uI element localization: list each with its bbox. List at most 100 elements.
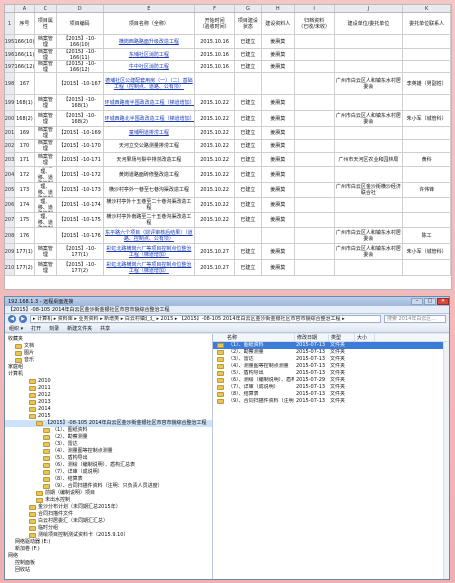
cell-archive[interactable] xyxy=(295,73,335,94)
cell-contact[interactable]: 陈工 xyxy=(403,228,451,243)
cell-archive[interactable] xyxy=(295,167,335,182)
cell-no[interactable]: 170 xyxy=(15,140,35,152)
vertical-scrollbar[interactable] xyxy=(443,342,449,579)
row-number[interactable]: 202 xyxy=(5,140,15,152)
cell-archive[interactable] xyxy=(295,95,335,110)
row-number[interactable]: 209 xyxy=(5,244,15,259)
nav-item[interactable]: 新加卷 (F:) xyxy=(5,546,212,553)
cell-contact[interactable] xyxy=(403,140,451,152)
cell-archive[interactable] xyxy=(295,244,335,259)
file-row[interactable]: （9）、合同扫描件资料（注明：只负责...2015-07-13 文件夹 xyxy=(213,398,449,405)
cell-unit[interactable] xyxy=(335,260,404,275)
nav-item[interactable]: （4）、测量图等控制点测量 xyxy=(5,448,212,455)
row-number[interactable]: 210 xyxy=(5,260,15,275)
cell-contact[interactable]: 许伟锋 xyxy=(403,183,451,197)
toolbar-button[interactable]: 打开 xyxy=(31,325,41,332)
back-button[interactable]: ◀ xyxy=(8,315,16,323)
row-number[interactable]: 198 xyxy=(5,73,15,94)
column-letter[interactable]: D xyxy=(57,5,104,12)
row-number[interactable]: 200 xyxy=(5,111,15,126)
column-letter[interactable]: K xyxy=(403,5,451,12)
cell-date[interactable]: 2015.10.16 xyxy=(195,49,235,60)
cell-code[interactable]: 【2015】-10-176 xyxy=(57,228,104,243)
cell-status[interactable]: 已建立 xyxy=(235,183,262,197)
row-number[interactable]: 195 xyxy=(5,35,15,48)
column-letter[interactable]: A xyxy=(15,5,35,12)
cell-type[interactable]: 档案管理 xyxy=(35,111,57,126)
nav-item[interactable]: 2014 xyxy=(5,406,212,413)
cell-date[interactable]: 2015.10.22 xyxy=(195,183,235,197)
cell-no[interactable]: 166(12) xyxy=(15,61,35,72)
cell-dept[interactable]: 姜赓莫 xyxy=(262,140,295,152)
cell-contact[interactable]: 黄科 xyxy=(403,153,451,166)
cell-contact[interactable] xyxy=(403,260,451,275)
file-list[interactable]: 名称 修改日期 类型 大小 （1）、图纸资料 2015-07-13 文件夹 （2）、勘察测量… xyxy=(213,334,449,579)
cell-contact[interactable] xyxy=(403,213,451,227)
cell-name[interactable]: 东埔社区消防工程 xyxy=(104,49,196,60)
nav-item[interactable]: （8）、结算表 xyxy=(5,476,212,483)
file-row[interactable]: （3）、雷达 2015-07-13 文件夹 xyxy=(213,356,449,363)
cell-dept[interactable]: 姜赓莫 xyxy=(262,260,295,275)
cell-status[interactable]: 已建立 xyxy=(235,244,262,259)
nav-item[interactable]: 2010 xyxy=(5,378,212,385)
row-number[interactable]: 204 xyxy=(5,167,15,182)
minimize-button[interactable]: – xyxy=(411,298,423,305)
nav-item[interactable]: 家庭组 xyxy=(5,364,212,371)
cell-dept[interactable]: 姜赓莫 xyxy=(262,183,295,197)
cell-status[interactable]: 已建立 xyxy=(235,111,262,126)
row-number[interactable]: 205 xyxy=(5,183,15,197)
cell-status[interactable]: 已建立 xyxy=(235,127,262,139)
row-number[interactable]: 199 xyxy=(5,95,15,110)
cell-name[interactable]: 横沙村亭外一巷至七巷沟渠改造工程 xyxy=(104,183,196,197)
cell-name[interactable]: 天河立交公路测量排涝工程 xyxy=(104,140,196,152)
file-row[interactable]: （2）、勘察测量 2015-07-13 文件夹 xyxy=(213,349,449,356)
cell-archive[interactable] xyxy=(295,183,335,197)
cell-no[interactable]: 168(1) xyxy=(15,95,35,110)
cell-archive[interactable] xyxy=(295,153,335,166)
cell-archive[interactable] xyxy=(295,260,335,275)
row-number[interactable]: 208 xyxy=(5,228,15,243)
cell-dept[interactable]: 姜赓莫 xyxy=(262,95,295,110)
cell-archive[interactable] xyxy=(295,198,335,212)
cell-date[interactable]: 2015.10.22 xyxy=(195,95,235,110)
nav-item[interactable]: 2011 xyxy=(5,385,212,392)
cell-no[interactable]: 173 xyxy=(15,183,35,197)
cell-dept[interactable]: 姜赓莫 xyxy=(262,153,295,166)
column-header[interactable]: 大小 xyxy=(355,334,375,341)
cell-code[interactable]: 【2015】-10-174 xyxy=(57,198,104,212)
cell-no[interactable]: 175 xyxy=(15,213,35,227)
nav-item[interactable]: 未出水控制 xyxy=(5,497,212,504)
cell-unit[interactable]: 广州市白云区人和镇东水村居委会 xyxy=(335,244,404,259)
cell-no[interactable]: 177(2) xyxy=(15,260,35,275)
cell-archive[interactable] xyxy=(295,228,335,243)
nav-item[interactable]: （6）、测绘（编制说明）、盾构汇总表 xyxy=(5,462,212,469)
cell-name[interactable]: 横沙村亭外南路至二十五巷沟渠改造工程 xyxy=(104,213,196,227)
cell-status[interactable]: 已建立 xyxy=(235,213,262,227)
cell-type[interactable]: 档案管理 xyxy=(35,244,57,259)
cell-date[interactable]: 2015.10.22 xyxy=(195,167,235,182)
column-letter[interactable]: I xyxy=(295,5,335,12)
cell-name[interactable]: 彩虹北路横岗六厂等项目控制点位整治工程（梯道增加） xyxy=(104,244,196,259)
cell-unit[interactable]: 广州市天河区农业和园林局 xyxy=(335,153,404,166)
cell-date[interactable]: 2015.10.27 xyxy=(195,244,235,259)
cell-no[interactable]: 169 xyxy=(15,127,35,139)
cell-status[interactable]: 已建立 xyxy=(235,61,262,72)
cell-no[interactable]: 168(2) xyxy=(15,111,35,126)
cell-status[interactable]: 已建立 xyxy=(235,167,262,182)
file-row[interactable]: （8）、结算表 2015-07-13 文件夹 xyxy=(213,391,449,398)
nav-item[interactable]: 合同扫描件文件 xyxy=(5,511,212,518)
cell-type[interactable] xyxy=(35,228,57,243)
cell-dept[interactable]: 姜赓莫 xyxy=(262,49,295,60)
cell-dept[interactable]: 姜赓莫 xyxy=(262,61,295,72)
cell-archive[interactable] xyxy=(295,35,335,48)
cell-contact[interactable]: 朱小军（城管科） xyxy=(403,244,451,259)
cell-type[interactable]: 档案管理 xyxy=(35,95,57,110)
nav-item[interactable]: 计算机 xyxy=(5,371,212,378)
nav-item[interactable]: 网络 xyxy=(5,553,212,560)
cell-type[interactable]: 档案管理 xyxy=(35,61,57,72)
cell-dept[interactable]: 姜赓莫 xyxy=(262,167,295,182)
cell-archive[interactable] xyxy=(295,140,335,152)
cell-code[interactable]: 【2015】-10-167 xyxy=(57,73,104,94)
cell-name[interactable]: 横岗西路路面升级改造工程 xyxy=(104,35,196,48)
maximize-button[interactable]: □ xyxy=(424,298,436,305)
